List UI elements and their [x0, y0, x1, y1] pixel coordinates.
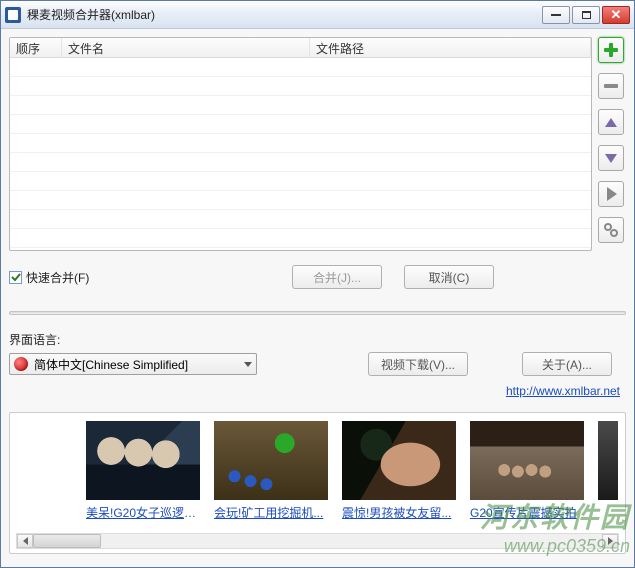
close-icon: ✕ [611, 8, 622, 21]
remove-button[interactable] [598, 73, 624, 99]
thumbnail-item[interactable]: G20宣传片震撼实拍 [470, 421, 584, 521]
app-icon [5, 7, 21, 23]
content-area: 顺序 文件名 文件路径 [1, 29, 634, 567]
move-down-button[interactable] [598, 145, 624, 171]
homepage-link[interactable]: http://www.xmlbar.net [506, 384, 620, 398]
thumbnail-image [214, 421, 328, 500]
thumbnails: 美呆!G20女子巡逻队... 会玩!矿工用挖掘机... 震惊!男孩被女友留...… [16, 421, 619, 521]
action-row: 快速合并(F) 合并(J)... 取消(C) [9, 265, 626, 289]
table-body[interactable] [10, 58, 591, 251]
window-controls: ✕ [542, 6, 630, 24]
table-row[interactable] [10, 210, 591, 229]
minimize-button[interactable] [542, 6, 570, 24]
about-button[interactable]: 关于(A)... [522, 352, 612, 376]
flag-icon [14, 357, 28, 371]
thumbnail-caption[interactable]: 美呆!G20女子巡逻队... [86, 504, 200, 521]
col-order[interactable]: 顺序 [10, 38, 62, 57]
fast-merge-checkbox[interactable]: 快速合并(F) [9, 269, 89, 286]
fast-merge-label: 快速合并(F) [26, 269, 89, 286]
col-filepath[interactable]: 文件路径 [310, 38, 591, 57]
table-row[interactable] [10, 191, 591, 210]
thumbnail-image [470, 421, 584, 500]
top-row: 顺序 文件名 文件路径 [9, 37, 626, 251]
plus-icon [604, 43, 618, 57]
table-row[interactable] [10, 77, 591, 96]
add-button[interactable] [598, 37, 624, 63]
side-buttons [598, 37, 626, 251]
thumbnails-panel: 美呆!G20女子巡逻队... 会玩!矿工用挖掘机... 震惊!男孩被女友留...… [9, 412, 626, 554]
arrow-down-icon [605, 154, 617, 163]
maximize-icon [582, 11, 591, 19]
thumbnail-item[interactable]: 会玩!矿工用挖掘机... [214, 421, 328, 521]
language-combobox[interactable]: 简体中文[Chinese Simplified] [9, 353, 257, 375]
titlebar[interactable]: 稞麦视频合并器(xmlbar) ✕ [1, 1, 634, 29]
window-title: 稞麦视频合并器(xmlbar) [27, 6, 542, 23]
play-button[interactable] [598, 181, 624, 207]
table-row[interactable] [10, 229, 591, 248]
minimize-icon [551, 14, 561, 16]
close-button[interactable]: ✕ [602, 6, 630, 24]
thumbnail-caption[interactable]: 会玩!矿工用挖掘机... [214, 504, 328, 521]
divider [9, 311, 626, 315]
scroll-left-button[interactable] [17, 534, 33, 548]
merge-button[interactable]: 合并(J)... [292, 265, 382, 289]
minus-icon [604, 84, 618, 88]
language-label: 界面语言: [9, 331, 626, 348]
table-row[interactable] [10, 153, 591, 172]
table-row[interactable] [10, 96, 591, 115]
table-header: 顺序 文件名 文件路径 [10, 38, 591, 58]
cancel-button[interactable]: 取消(C) [404, 265, 494, 289]
maximize-button[interactable] [572, 6, 600, 24]
table-row[interactable] [10, 115, 591, 134]
arrow-left-icon [23, 537, 28, 545]
language-row: 简体中文[Chinese Simplified] 视频下载(V)... 关于(A… [9, 352, 626, 376]
settings-button[interactable] [598, 217, 624, 243]
thumbnail-image [86, 421, 200, 500]
scroll-track[interactable] [33, 534, 602, 548]
thumbnail-caption[interactable]: G20宣传片震撼实拍 [470, 504, 584, 521]
thumbnail-item[interactable] [598, 421, 618, 521]
scroll-right-button[interactable] [602, 534, 618, 548]
thumbnail-image [598, 421, 618, 500]
download-button[interactable]: 视频下载(V)... [368, 352, 468, 376]
chevron-down-icon [244, 362, 252, 367]
table-row[interactable] [10, 134, 591, 153]
app-window: 稞麦视频合并器(xmlbar) ✕ 顺序 文件名 文件路径 [0, 0, 635, 568]
thumbnail-caption[interactable]: 震惊!男孩被女友留... [342, 504, 456, 521]
table-row[interactable] [10, 58, 591, 77]
checkbox-icon [9, 271, 22, 284]
table-row[interactable] [10, 172, 591, 191]
file-table[interactable]: 顺序 文件名 文件路径 [9, 37, 592, 251]
horizontal-scrollbar[interactable] [16, 533, 619, 549]
scroll-thumb[interactable] [33, 534, 101, 548]
link-row: http://www.xmlbar.net [9, 384, 626, 398]
arrow-right-icon [608, 537, 613, 545]
play-icon [607, 187, 617, 201]
thumbnail-item[interactable]: 美呆!G20女子巡逻队... [86, 421, 200, 521]
thumbnail-image [342, 421, 456, 500]
col-filename[interactable]: 文件名 [62, 38, 310, 57]
arrow-up-icon [605, 118, 617, 127]
gears-icon [604, 223, 618, 237]
thumbnail-item[interactable]: 震惊!男孩被女友留... [342, 421, 456, 521]
move-up-button[interactable] [598, 109, 624, 135]
language-selected: 简体中文[Chinese Simplified] [34, 356, 244, 373]
